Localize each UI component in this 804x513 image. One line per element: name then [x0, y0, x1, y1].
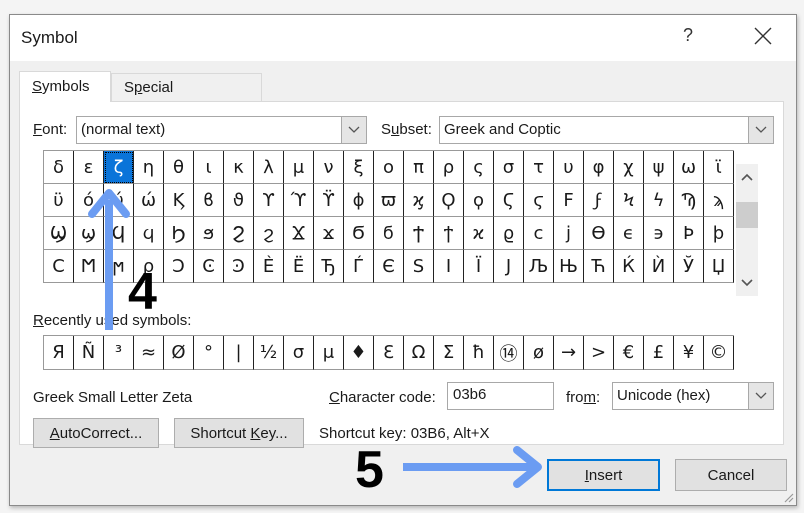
step5-label: 5: [355, 441, 384, 499]
step4-arrow: [88, 189, 130, 330]
annotation-overlay: [88, 189, 542, 488]
tab-symbols[interactable]: Symbols: [19, 71, 111, 102]
step5-arrow: [403, 446, 542, 488]
step4-label: 4: [128, 263, 157, 321]
